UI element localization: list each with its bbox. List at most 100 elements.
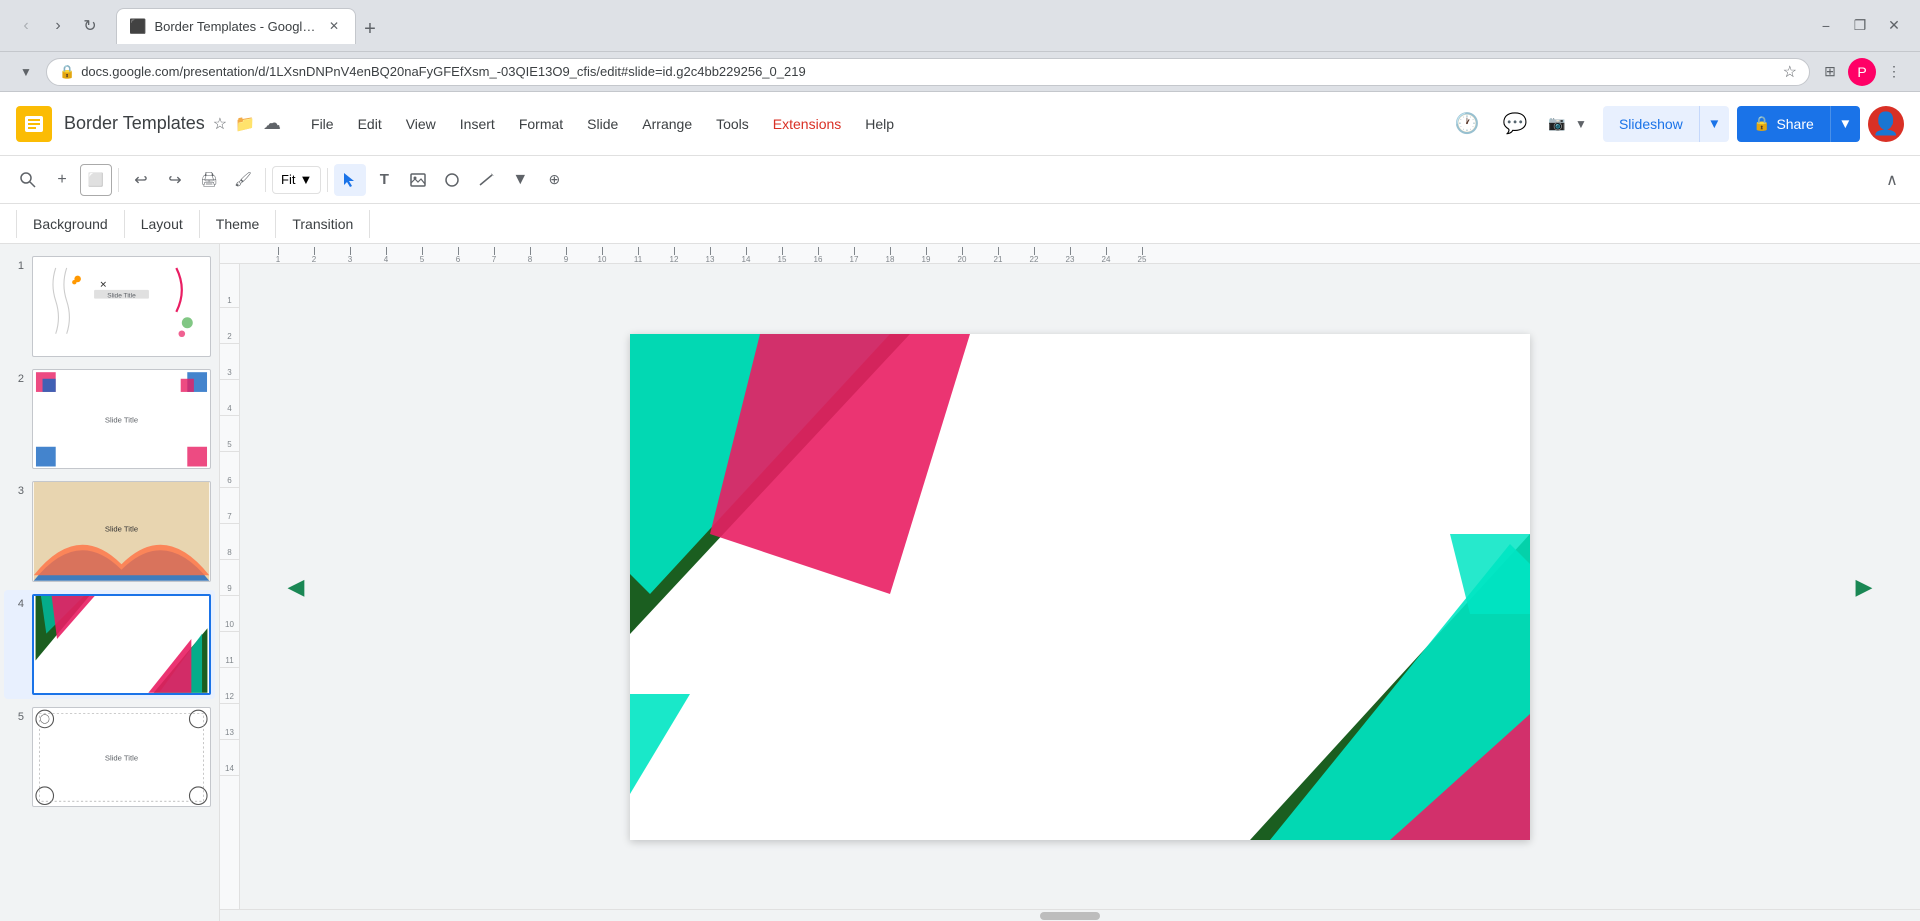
slide-canvas[interactable] bbox=[630, 334, 1530, 840]
tick-10: 10 bbox=[584, 247, 620, 264]
menu-extensions[interactable]: Extensions bbox=[763, 110, 851, 138]
profile-button-browser[interactable]: P bbox=[1848, 58, 1876, 86]
folder-button[interactable]: 📁 bbox=[235, 114, 255, 134]
zoom-control[interactable]: Fit ▼ bbox=[272, 166, 321, 194]
slideshow-button[interactable]: Slideshow bbox=[1603, 106, 1699, 142]
add-slide-button[interactable]: + bbox=[46, 164, 78, 196]
slide-item-3[interactable]: 3 Slide Title bbox=[4, 477, 215, 586]
ruler-ticks: 1 2 3 4 5 6 7 8 9 10 11 12 13 14 15 16 1… bbox=[260, 244, 1160, 264]
slide-thumbnail-2: Slide Title bbox=[32, 369, 211, 470]
search-icon bbox=[19, 171, 37, 189]
slide-item-1[interactable]: 1 Slide Title bbox=[4, 252, 215, 361]
redo-button[interactable]: ↪ bbox=[159, 164, 191, 196]
menu-edit[interactable]: Edit bbox=[348, 110, 392, 138]
active-tab[interactable]: ⬛ Border Templates - Google Slid... ✕ bbox=[116, 8, 356, 44]
extensions-button[interactable]: ⊞ bbox=[1816, 58, 1844, 86]
ruler-side-mark-2: 2 bbox=[220, 308, 239, 344]
undo-button[interactable]: ↩ bbox=[125, 164, 157, 196]
slides-logo-icon bbox=[23, 113, 45, 135]
ruler-side-mark-7: 7 bbox=[220, 488, 239, 524]
slide-item-5[interactable]: 5 Slide Title bbox=[4, 703, 215, 812]
tab-favicon: ⬛ bbox=[129, 18, 146, 35]
address-bar[interactable]: 🔒 docs.google.com/presentation/d/1LXsnDN… bbox=[46, 58, 1810, 86]
theme-button[interactable]: Theme bbox=[200, 210, 277, 238]
zoom-value: Fit bbox=[281, 172, 295, 187]
slide-prev-button[interactable]: ◀ bbox=[280, 571, 312, 603]
present-dropdown-small[interactable]: ▼ bbox=[1571, 104, 1591, 144]
tab-title: Border Templates - Google Slid... bbox=[154, 19, 317, 34]
search-toolbar-button[interactable] bbox=[12, 164, 44, 196]
minimize-button[interactable]: − bbox=[1812, 12, 1840, 40]
app-menu: File Edit View Insert Format Slide Arran… bbox=[301, 110, 1435, 138]
maximize-button[interactable]: ❐ bbox=[1846, 12, 1874, 40]
menu-file[interactable]: File bbox=[301, 110, 344, 138]
tab-close-button[interactable]: ✕ bbox=[325, 17, 343, 35]
print-button[interactable]: 🖨 bbox=[193, 164, 225, 196]
cursor-tool-button[interactable] bbox=[334, 164, 366, 196]
share-button[interactable]: 🔒 Share bbox=[1737, 106, 1830, 142]
text-box-toolbar-button[interactable]: ⬜ bbox=[80, 164, 112, 196]
app-header: Border Templates ☆ 📁 ☁ File Edit View In… bbox=[0, 92, 1920, 156]
slide-next-button[interactable]: ▶ bbox=[1848, 571, 1880, 603]
text-tool-button[interactable]: T bbox=[368, 164, 400, 196]
line-tool-button[interactable] bbox=[470, 164, 502, 196]
slide-panel: 1 Slide Title bbox=[0, 244, 220, 921]
divider-3 bbox=[327, 168, 328, 192]
tick-20: 20 bbox=[944, 247, 980, 264]
shapes-tool-button[interactable] bbox=[436, 164, 468, 196]
menu-view[interactable]: View bbox=[396, 110, 446, 138]
background-button[interactable]: Background bbox=[16, 210, 125, 238]
toolbar-right: ∧ bbox=[1876, 164, 1908, 196]
reload-button[interactable]: ↻ bbox=[76, 12, 104, 40]
url-text: docs.google.com/presentation/d/1LXsnDNPn… bbox=[81, 64, 1776, 79]
tick-24: 24 bbox=[1088, 247, 1124, 264]
slide-item-4[interactable]: 4 bbox=[4, 590, 215, 699]
transition-button[interactable]: Transition bbox=[276, 210, 370, 238]
close-button[interactable]: ✕ bbox=[1880, 12, 1908, 40]
slide-2-preview: Slide Title bbox=[33, 370, 210, 469]
present-options-button[interactable]: 📷 bbox=[1543, 104, 1571, 144]
canvas-area: 1 2 3 4 5 6 7 8 9 10 11 12 13 14 15 16 1… bbox=[220, 244, 1920, 921]
slide-4-preview bbox=[34, 596, 209, 693]
back-button[interactable]: ‹ bbox=[12, 12, 40, 40]
forward-button[interactable]: › bbox=[44, 12, 72, 40]
share-dropdown-button[interactable]: ▼ bbox=[1830, 106, 1860, 142]
user-avatar[interactable]: 👤 bbox=[1868, 106, 1904, 142]
bookmark-button[interactable]: ☆ bbox=[1783, 62, 1797, 82]
app-title-area: Border Templates ☆ 📁 ☁ bbox=[64, 113, 281, 134]
slide-3-preview: Slide Title bbox=[33, 482, 210, 581]
ruler-side-mark-12: 12 bbox=[220, 668, 239, 704]
tick-5: 5 bbox=[404, 247, 440, 264]
slideshow-dropdown-button[interactable]: ▼ bbox=[1699, 106, 1729, 142]
browser-right-controls: − ❐ ✕ bbox=[1812, 12, 1908, 40]
horizontal-scrollbar[interactable] bbox=[220, 909, 1920, 921]
menu-arrange[interactable]: Arrange bbox=[632, 110, 702, 138]
menu-format[interactable]: Format bbox=[509, 110, 573, 138]
collapse-toolbar-button[interactable]: ∧ bbox=[1876, 164, 1908, 196]
menu-dropdown-button[interactable]: ▼ bbox=[12, 58, 40, 86]
history-button[interactable]: 🕐 bbox=[1447, 104, 1487, 144]
tick-17: 17 bbox=[836, 247, 872, 264]
accessibility-button[interactable]: ⊕ bbox=[538, 164, 570, 196]
paint-format-button[interactable]: 🖌 bbox=[227, 164, 259, 196]
new-tab-button[interactable]: + bbox=[356, 16, 384, 44]
slide-item-2[interactable]: 2 Slide Title bbox=[4, 365, 215, 474]
star-button[interactable]: ☆ bbox=[213, 114, 227, 134]
menu-help[interactable]: Help bbox=[855, 110, 904, 138]
tick-25: 25 bbox=[1124, 247, 1160, 264]
cloud-status-button[interactable]: ☁ bbox=[263, 113, 281, 134]
ruler-side-mark-11: 11 bbox=[220, 632, 239, 668]
slide-number-5: 5 bbox=[8, 707, 24, 723]
ruler-side-mark-3: 3 bbox=[220, 344, 239, 380]
svg-text:Slide Title: Slide Title bbox=[105, 753, 138, 762]
menu-tools[interactable]: Tools bbox=[706, 110, 759, 138]
slide-number-3: 3 bbox=[8, 481, 24, 497]
ruler-side-mark-4: 4 bbox=[220, 380, 239, 416]
menu-slide[interactable]: Slide bbox=[577, 110, 628, 138]
image-tool-button[interactable] bbox=[402, 164, 434, 196]
settings-button[interactable]: ⋮ bbox=[1880, 58, 1908, 86]
comment-button[interactable]: 💬 bbox=[1495, 104, 1535, 144]
layout-button[interactable]: Layout bbox=[125, 210, 200, 238]
special-chars-button[interactable]: ▼ bbox=[504, 164, 536, 196]
menu-insert[interactable]: Insert bbox=[450, 110, 505, 138]
